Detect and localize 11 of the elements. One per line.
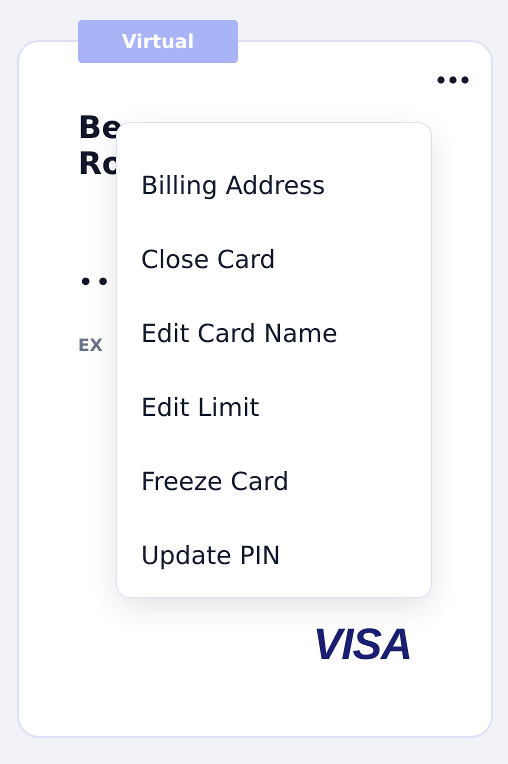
virtual-badge: Virtual: [78, 20, 238, 63]
brand-logo: VISA: [313, 620, 412, 670]
expiry-label: EX: [78, 336, 103, 356]
card-number: ••: [78, 268, 113, 298]
menu-item[interactable]: Billing Address: [141, 149, 326, 223]
menu-item[interactable]: Update PIN: [141, 519, 281, 593]
menu-item[interactable]: Freeze Card: [141, 445, 289, 519]
menu-item[interactable]: Close Card: [141, 223, 276, 297]
more-icon[interactable]: [437, 76, 469, 84]
menu-item[interactable]: Edit Limit: [141, 371, 260, 445]
menu-item[interactable]: Edit Card Name: [141, 297, 338, 371]
